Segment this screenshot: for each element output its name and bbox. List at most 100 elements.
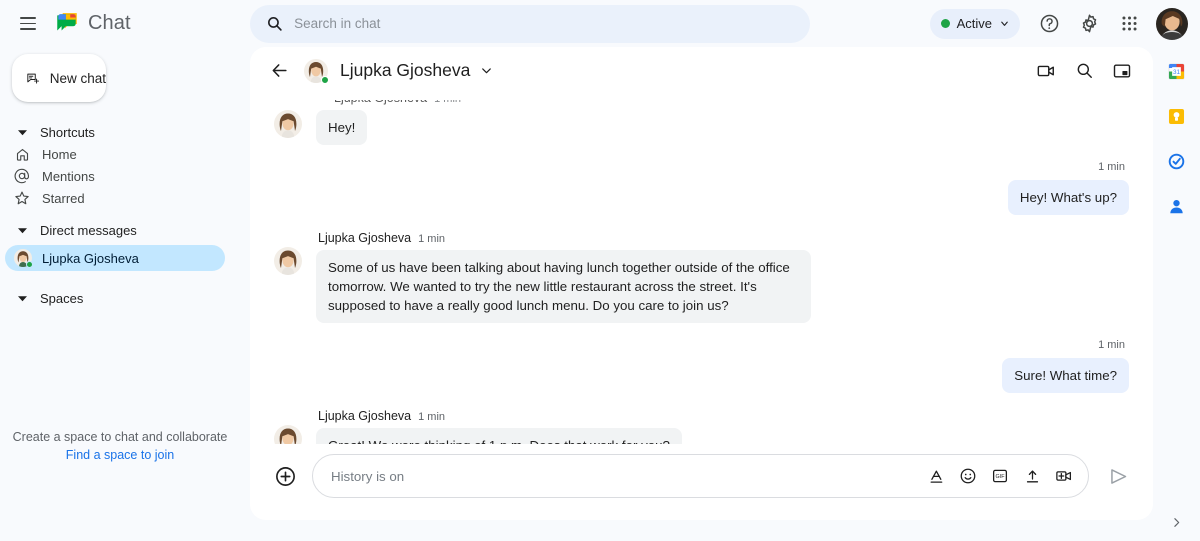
svg-text:31: 31 — [1173, 69, 1181, 76]
back-arrow-icon[interactable] — [264, 56, 294, 86]
format-text-icon[interactable] — [926, 466, 946, 486]
sidebar-section-shortcuts[interactable]: Shortcuts — [0, 121, 240, 143]
emoji-icon[interactable] — [958, 466, 978, 486]
sidebar-item-mentions[interactable]: Mentions — [0, 165, 225, 187]
message-input[interactable] — [331, 455, 918, 497]
conversation-title: Ljupka Gjosheva — [340, 60, 471, 80]
message-meta: 1 min — [1096, 161, 1129, 178]
composer-tools: GIF — [926, 466, 1074, 486]
conversation-menu-chevron-down-icon[interactable] — [479, 63, 494, 78]
message-meta: Ljupka Gjosheva 1 min — [316, 231, 811, 248]
search-box[interactable] — [250, 4, 811, 43]
caret-down-icon — [14, 294, 30, 303]
status-dot-icon — [940, 19, 950, 28]
at-mention-icon — [14, 168, 30, 184]
sidebar-item-ljupka-gjosheva[interactable]: Ljupka Gjosheva — [5, 245, 225, 271]
message-row: 1 min Sure! What time? — [274, 339, 1129, 393]
message-avatar — [274, 247, 302, 275]
message-bubble: Some of us have been talking about havin… — [316, 250, 811, 323]
conversation-avatar — [304, 58, 329, 84]
message-timestamp: 1 min — [434, 100, 461, 105]
search-in-conversation-icon[interactable] — [1067, 54, 1101, 88]
hamburger-menu-icon[interactable] — [14, 10, 42, 38]
clipped-message-header: Ljupka Gjosheva 1 min — [274, 100, 1129, 109]
sidebar-item-label: Ljupka Gjosheva — [42, 250, 139, 266]
sidebar-section-title: Shortcuts — [40, 124, 95, 140]
message-avatar — [274, 110, 302, 138]
contact-avatar — [14, 249, 33, 268]
expand-panel-chevron-right-icon[interactable] — [1153, 516, 1200, 529]
sidebar-footer: Create a space to chat and collaborate F… — [0, 428, 240, 464]
search-input[interactable] — [294, 4, 795, 43]
caret-down-icon — [14, 128, 30, 137]
message-scroll-container: Ljupka Gjosheva 1 min — [274, 94, 1129, 444]
main-area: Ljupka Gjosheva Hey! 1 min Hey! What's u… — [240, 47, 1153, 541]
message-bubble: Sure! What time? — [1002, 358, 1129, 393]
message-avatar — [274, 425, 302, 444]
message-row: Ljupka Gjosheva 1 min Great! We were thi… — [274, 409, 1129, 444]
message-author: Ljupka Gjosheva — [318, 409, 412, 423]
message-timestamp: 1 min — [1098, 161, 1125, 173]
sidebar-section-direct-messages[interactable]: Direct messages — [0, 219, 240, 241]
sidebar-footer-text: Create a space to chat and collaborate — [12, 430, 228, 444]
sidebar-item-label: Mentions — [42, 168, 95, 184]
search-region — [131, 4, 930, 43]
message-meta: 1 min — [1096, 339, 1129, 356]
caret-down-icon — [14, 226, 30, 235]
home-icon — [14, 147, 30, 162]
upload-file-icon[interactable] — [1022, 466, 1042, 486]
gif-icon[interactable]: GIF — [990, 466, 1010, 486]
message-timestamp: 1 min — [418, 233, 446, 245]
message-row: 1 min Hey! What's up? — [274, 161, 1129, 215]
conversation-header: Ljupka Gjosheva — [250, 47, 1153, 94]
app-body: New chat Shortcuts Home Mentions Starred… — [0, 47, 1200, 541]
status-label: Active — [956, 16, 992, 31]
sidebar-section-spaces[interactable]: Spaces — [0, 287, 240, 309]
status-selector[interactable]: Active — [929, 8, 1020, 39]
help-circle-icon[interactable] — [1032, 7, 1066, 41]
open-in-new-window-icon[interactable] — [1105, 54, 1139, 88]
message-composer[interactable]: GIF — [312, 454, 1089, 498]
sidebar-item-starred[interactable]: Starred — [0, 187, 225, 209]
google-contacts-icon[interactable] — [1167, 196, 1187, 216]
google-chat-logo — [57, 12, 77, 30]
message-list[interactable]: Ljupka Gjosheva 1 min — [250, 94, 1153, 444]
right-side-panel: 31 — [1153, 47, 1200, 541]
new-chat-button[interactable]: New chat — [12, 54, 106, 102]
message-bubble: Great! We were thinking of 1 p.m. Does t… — [316, 428, 682, 444]
new-chat-compose-icon — [27, 73, 40, 84]
google-tasks-icon[interactable] — [1167, 151, 1187, 171]
top-bar-actions: Active — [929, 7, 1188, 41]
new-chat-label: New chat — [49, 70, 106, 86]
add-attachment-icon[interactable] — [272, 463, 298, 489]
composer-area: GIF — [250, 444, 1153, 520]
sidebar-item-home[interactable]: Home — [0, 143, 225, 165]
chevron-down-icon — [1001, 21, 1008, 26]
google-calendar-icon[interactable]: 31 — [1167, 61, 1187, 81]
video-message-icon[interactable] — [1054, 466, 1074, 486]
search-icon — [266, 15, 283, 32]
gear-icon[interactable] — [1072, 7, 1106, 41]
account-avatar[interactable] — [1156, 7, 1188, 40]
presence-dot-icon — [321, 75, 329, 84]
left-sidebar: New chat Shortcuts Home Mentions Starred… — [0, 47, 240, 541]
sidebar-section-title: Spaces — [40, 290, 84, 306]
find-a-space-link[interactable]: Find a space to join — [0, 446, 240, 464]
send-icon[interactable] — [1105, 463, 1131, 489]
sidebar-section-title: Direct messages — [40, 222, 137, 238]
message-row: Hey! — [274, 110, 1129, 145]
brand: Chat — [54, 11, 131, 37]
video-call-icon[interactable] — [1029, 54, 1063, 88]
presence-dot-icon — [26, 261, 33, 268]
message-timestamp: 1 min — [1098, 339, 1125, 351]
google-chat-app: Chat Active — [0, 0, 1200, 541]
top-app-bar: Chat Active — [0, 0, 1200, 47]
apps-grid-icon[interactable] — [1112, 7, 1146, 41]
google-keep-icon[interactable] — [1167, 106, 1187, 126]
message-timestamp: 1 min — [418, 411, 446, 423]
message-author: Ljupka Gjosheva — [334, 100, 427, 105]
message-meta: Ljupka Gjosheva 1 min — [316, 409, 701, 426]
